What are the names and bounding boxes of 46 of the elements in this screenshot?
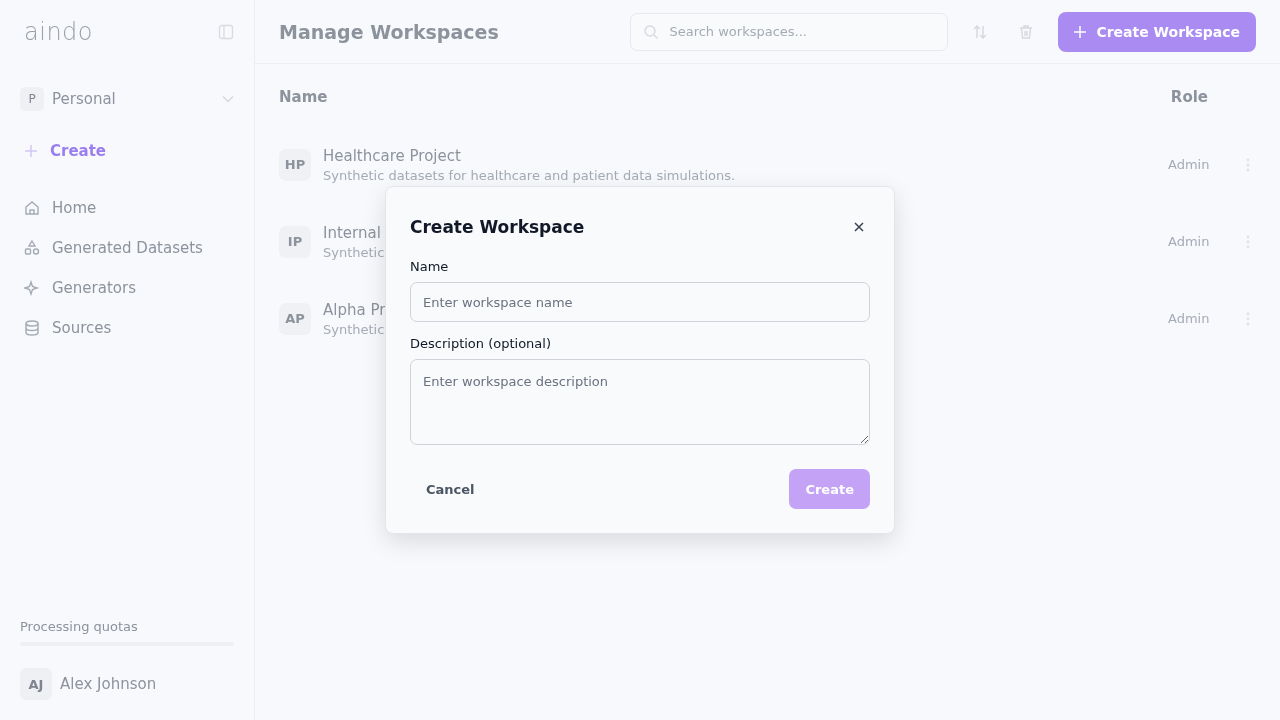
cancel-button[interactable]: Cancel bbox=[410, 469, 491, 509]
user-name[interactable]: Alex Johnson bbox=[60, 675, 157, 693]
trash-icon[interactable] bbox=[1018, 23, 1035, 40]
workspace-avatar: IP bbox=[279, 225, 311, 258]
quota-label: Processing quotas bbox=[20, 619, 139, 634]
workspace-name[interactable]: Personal bbox=[52, 90, 214, 108]
sort-icon[interactable] bbox=[972, 23, 989, 40]
workspace-description: Synthetic datasets for healthcare and patient data simulations. bbox=[323, 167, 736, 183]
description-field[interactable]: Enter workspace description bbox=[410, 359, 870, 445]
workspace-description: Synthetic bbox=[323, 321, 385, 337]
role-label: Admin bbox=[1168, 311, 1211, 326]
workspace-description: Synthetic bbox=[323, 244, 385, 260]
create-button[interactable]: Create bbox=[789, 469, 870, 509]
close-icon bbox=[854, 222, 864, 232]
workspace-avatar: HP bbox=[279, 148, 311, 181]
workspace-avatar: P bbox=[20, 87, 44, 111]
search-field[interactable]: Search workspaces... bbox=[630, 12, 949, 51]
workspace-name[interactable]: Internal bbox=[323, 223, 381, 242]
role-label: Admin bbox=[1168, 157, 1211, 172]
create-workspace-button[interactable]: Create Workspace bbox=[1058, 11, 1256, 52]
field-label: Name bbox=[410, 259, 450, 274]
plus-icon bbox=[1074, 25, 1087, 38]
column-header: Name bbox=[279, 88, 328, 106]
home-icon bbox=[24, 200, 40, 216]
workspace-avatar: AP bbox=[279, 302, 311, 335]
sparkle-icon bbox=[24, 280, 40, 296]
workspace-name[interactable]: Alpha Pr bbox=[323, 300, 386, 319]
nav-item[interactable]: Generators bbox=[20, 268, 234, 308]
sidebar-toggle-icon[interactable] bbox=[218, 24, 234, 40]
user-avatar: AJ bbox=[20, 668, 52, 700]
chevron-down-icon[interactable] bbox=[222, 95, 234, 103]
dialog-title: Create Workspace bbox=[410, 217, 585, 237]
nav-item[interactable]: Generated Datasets bbox=[20, 228, 234, 268]
page-title: Manage Workspaces bbox=[279, 20, 500, 43]
name-field[interactable]: Enter workspace name bbox=[410, 282, 870, 322]
role-label: Admin bbox=[1168, 234, 1211, 249]
nav-item[interactable]: Sources bbox=[20, 308, 234, 348]
field-label: Description (optional) bbox=[410, 336, 552, 351]
database-icon bbox=[24, 320, 40, 336]
create-link[interactable]: Create bbox=[50, 142, 107, 160]
nav-item[interactable]: Home bbox=[20, 188, 234, 228]
shapes-icon bbox=[24, 240, 40, 256]
workspace-name[interactable]: Healthcare Project bbox=[323, 146, 461, 165]
plus-icon bbox=[24, 144, 38, 158]
column-header: Role bbox=[1170, 88, 1208, 106]
logo: aindo bbox=[24, 18, 93, 46]
